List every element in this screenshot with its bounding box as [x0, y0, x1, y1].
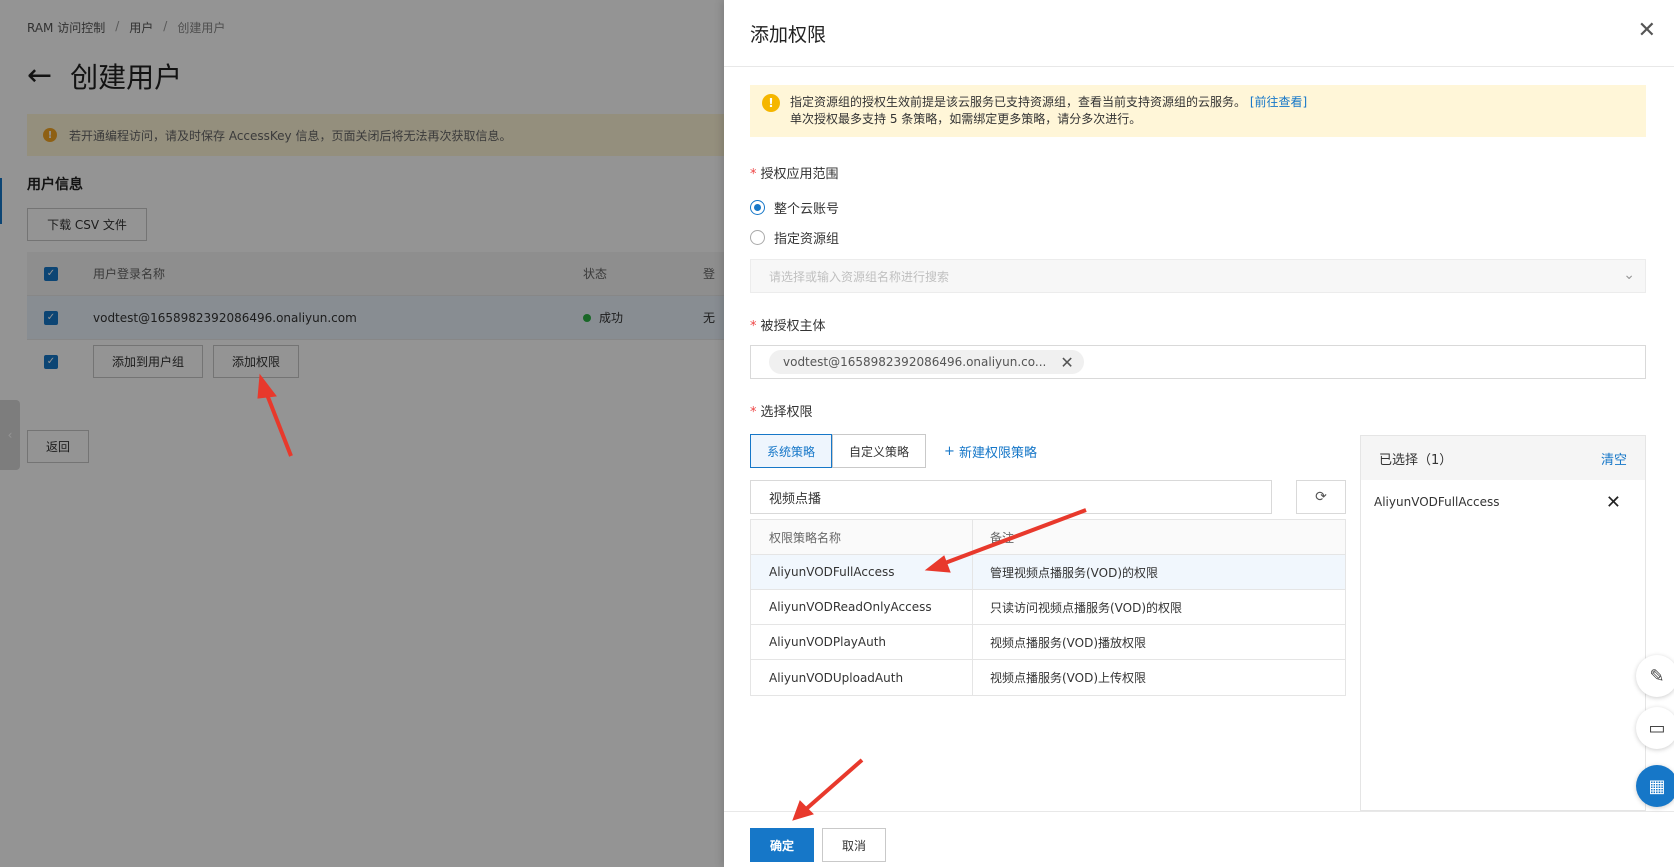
add-permission-drawer: 添加权限 ✕ ! 指定资源组的授权生效前提是该云服务已支持资源组，查看当前支持资…: [724, 0, 1674, 867]
selected-count: 已选择（1）: [1379, 452, 1453, 468]
policy-table: 权限策略名称 备注 AliyunVODFullAccess 管理视频点播服务(V…: [750, 519, 1346, 696]
view-services-link[interactable]: [前往查看]: [1250, 95, 1307, 109]
confirm-button[interactable]: 确定: [750, 828, 814, 862]
drawer-title: 添加权限: [750, 23, 827, 46]
col-policy-name: 权限策略名称: [751, 520, 973, 554]
policy-search-input[interactable]: 视频点播: [750, 480, 1272, 514]
resource-group-select[interactable]: 请选择或输入资源组名称进行搜索 ⌄: [750, 259, 1646, 293]
list-item: AliyunVODFullAccess ✕: [1374, 491, 1621, 513]
chat-icon[interactable]: ▭: [1636, 707, 1674, 749]
policy-table-header: 权限策略名称 备注: [751, 520, 1345, 555]
permission-label: * 选择权限: [750, 405, 813, 420]
new-policy-link[interactable]: + 新建权限策略: [944, 442, 1037, 461]
apps-icon[interactable]: ▦: [1636, 765, 1674, 807]
table-row[interactable]: AliyunVODReadOnlyAccess 只读访问视频点播服务(VOD)的…: [751, 590, 1345, 625]
notice-line-1: 指定资源组的授权生效前提是该云服务已支持资源组，查看当前支持资源组的云服务。: [790, 95, 1247, 109]
refresh-icon[interactable]: ⟳: [1296, 480, 1346, 514]
selected-panel-header: 已选择（1） 清空: [1361, 436, 1645, 480]
scope-option-account[interactable]: 整个云账号: [750, 198, 839, 217]
warning-icon: !: [762, 94, 780, 112]
notice-line-2: 单次授权最多支持 5 条策略，如需绑定更多策略，请分多次进行。: [790, 112, 1142, 126]
close-icon[interactable]: ✕: [1638, 20, 1656, 42]
selected-policies-panel: 已选择（1） 清空 AliyunVODFullAccess ✕: [1360, 435, 1646, 811]
remove-icon[interactable]: ✕: [1606, 492, 1621, 513]
radio-unchecked[interactable]: [750, 230, 765, 245]
principal-tag: vodtest@1658982392086496.onaliyun.co... …: [769, 350, 1084, 374]
table-row[interactable]: AliyunVODPlayAuth 视频点播服务(VOD)播放权限: [751, 625, 1345, 660]
principal-field[interactable]: vodtest@1658982392086496.onaliyun.co... …: [750, 345, 1646, 379]
table-row[interactable]: AliyunVODUploadAuth 视频点播服务(VOD)上传权限: [751, 660, 1345, 695]
remove-tag-icon[interactable]: ✕: [1060, 353, 1073, 372]
policy-type-tabs: 系统策略 自定义策略 + 新建权限策略: [750, 434, 1037, 468]
scope-option-resource-group[interactable]: 指定资源组: [750, 228, 839, 247]
resource-group-notice: ! 指定资源组的授权生效前提是该云服务已支持资源组，查看当前支持资源组的云服务。…: [750, 85, 1646, 137]
drawer-mask[interactable]: [0, 0, 724, 867]
radio-checked[interactable]: [750, 200, 765, 215]
plus-icon: +: [944, 443, 955, 459]
col-policy-note: 备注: [990, 530, 1015, 545]
drawer-footer: 确定 取消: [724, 811, 1674, 867]
tab-system-policy[interactable]: 系统策略: [750, 434, 833, 468]
table-row[interactable]: AliyunVODFullAccess 管理视频点播服务(VOD)的权限: [751, 555, 1345, 590]
cancel-button[interactable]: 取消: [822, 828, 886, 862]
clear-selection-link[interactable]: 清空: [1601, 449, 1627, 468]
scope-label: * 授权应用范围: [750, 167, 839, 182]
edit-icon[interactable]: ✎: [1636, 655, 1674, 697]
principal-label: * 被授权主体: [750, 319, 826, 334]
tab-custom-policy[interactable]: 自定义策略: [832, 434, 927, 468]
chevron-down-icon: ⌄: [1623, 267, 1635, 283]
drawer-header: 添加权限: [724, 0, 1674, 67]
